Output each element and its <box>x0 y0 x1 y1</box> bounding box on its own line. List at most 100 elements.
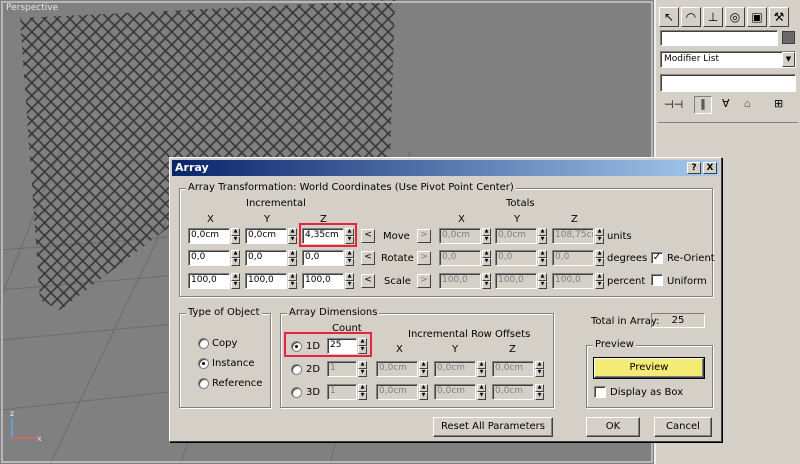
1d-radio[interactable] <box>291 341 302 352</box>
row-offsets-label: Incremental Row Offsets <box>408 329 531 340</box>
offset-x-header: X <box>396 344 403 355</box>
modifier-list-value: Modifier List <box>664 54 719 64</box>
scale-left-arrow-button[interactable]: < <box>361 274 375 288</box>
pin-stack-icon[interactable]: ⊣⊣ <box>664 98 683 111</box>
move-y-total-spinner[interactable]: 0,0cm ▲ ▼ <box>495 228 547 244</box>
array-dimensions-label: Array Dimensions <box>287 307 380 318</box>
reset-all-parameters-button[interactable]: Reset All Parameters <box>433 417 553 437</box>
motion-tab-icon[interactable]: ◎ <box>725 7 745 27</box>
incremental-y-header: Y <box>264 214 271 225</box>
modifier-stack-field[interactable] <box>660 74 796 92</box>
count-3d-spinner[interactable]: 1 ▲ ▼ <box>327 384 367 400</box>
configure-sets-icon[interactable]: ⊞ <box>774 97 783 110</box>
instance-label[interactable]: Instance <box>212 358 255 369</box>
3d-label[interactable]: 3D <box>306 387 320 398</box>
offset-2d-x-spinner[interactable]: 0,0cm ▲ ▼ <box>376 361 428 377</box>
scale-y-inc-spinner[interactable]: 100,0 ▲ ▼ <box>245 273 297 289</box>
2d-label[interactable]: 2D <box>306 364 320 375</box>
type-of-object-label: Type of Object <box>186 307 262 318</box>
move-z-highlight <box>299 223 357 247</box>
totals-y-header: Y <box>514 214 521 225</box>
count-2d-spinner[interactable]: 1 ▲ ▼ <box>327 361 367 377</box>
rotate-right-arrow-button[interactable]: > <box>417 251 431 265</box>
remove-modifier-icon[interactable]: ⌂ <box>744 97 751 110</box>
help-button[interactable]: ? <box>687 162 701 174</box>
offset-y-header: Y <box>452 344 459 355</box>
chevron-down-icon[interactable]: ▼ <box>782 52 795 67</box>
uniform-checkbox[interactable] <box>651 274 663 286</box>
reference-radio[interactable] <box>198 378 209 389</box>
utilities-tab-icon[interactable]: ⚒ <box>769 7 789 27</box>
modifier-list-dropdown[interactable]: Modifier List ▼ <box>660 51 796 68</box>
hierarchy-tab-icon[interactable]: ⊥ <box>703 7 723 27</box>
degrees-label: degrees <box>607 253 648 264</box>
preview-group-label: Preview <box>593 339 636 350</box>
copy-label[interactable]: Copy <box>212 338 237 349</box>
scale-x-total-spinner[interactable]: 100,0 ▲ ▼ <box>439 273 491 289</box>
preview-button[interactable]: Preview <box>593 357 705 379</box>
reorient-checkbox[interactable]: ✓ <box>651 252 663 264</box>
reference-label[interactable]: Reference <box>212 378 262 389</box>
incremental-label: Incremental <box>246 198 306 209</box>
incremental-x-header: X <box>207 214 214 225</box>
ok-button[interactable]: OK <box>586 417 640 437</box>
rotate-z-total-spinner[interactable]: 0,0 ▲ ▼ <box>552 250 604 266</box>
3d-radio[interactable] <box>291 387 302 398</box>
totals-x-header: X <box>458 214 465 225</box>
dialog-titlebar[interactable]: Array ? X <box>172 160 719 176</box>
total-in-array-label: Total in Array: <box>591 316 660 327</box>
scale-label: Scale <box>384 276 411 287</box>
totals-z-header: Z <box>571 214 578 225</box>
scale-z-inc-spinner[interactable]: 100,0 ▲ ▼ <box>302 273 354 289</box>
scale-x-inc-spinner[interactable]: 100,0 ▲ ▼ <box>188 273 240 289</box>
offset-2d-z-spinner[interactable]: 0,0cm ▲ ▼ <box>492 361 544 377</box>
reorient-label: Re-Orient <box>667 253 715 264</box>
rotate-x-inc-spinner[interactable]: 0,0 ▲ ▼ <box>188 250 240 266</box>
count-1d-spinner[interactable]: 25 ▲ ▼ <box>327 338 367 354</box>
scale-z-total-spinner[interactable]: 100,0 ▲ ▼ <box>552 273 604 289</box>
percent-label: percent <box>607 276 646 287</box>
rotate-x-total-spinner[interactable]: 0,0 ▲ ▼ <box>439 250 491 266</box>
modify-tab-icon[interactable]: ◠ <box>681 7 701 27</box>
total-in-array-value: 25 <box>651 313 705 328</box>
totals-label: Totals <box>506 198 535 209</box>
offset-3d-z-spinner[interactable]: 0,0cm ▲ ▼ <box>492 384 544 400</box>
scale-right-arrow-button[interactable]: > <box>417 274 431 288</box>
move-x-total-spinner[interactable]: 0,0cm ▲ ▼ <box>439 228 491 244</box>
display-tab-icon[interactable]: ▣ <box>747 7 767 27</box>
close-button[interactable]: X <box>703 162 717 174</box>
move-x-inc-spinner[interactable]: 0,0cm ▲ ▼ <box>188 228 240 244</box>
axis-z-label: z <box>10 409 14 418</box>
2d-radio[interactable] <box>291 364 302 375</box>
show-end-result-icon[interactable]: ‖ <box>694 96 712 114</box>
cancel-button[interactable]: Cancel <box>654 417 712 437</box>
display-as-box-label[interactable]: Display as Box <box>610 387 683 398</box>
offset-3d-y-spinner[interactable]: 0,0cm ▲ ▼ <box>434 384 486 400</box>
create-tab-icon[interactable]: ↖ <box>659 7 679 27</box>
move-right-arrow-button[interactable]: > <box>417 229 431 243</box>
rotate-left-arrow-button[interactable]: < <box>361 251 375 265</box>
instance-radio[interactable] <box>198 358 209 369</box>
move-left-arrow-button[interactable]: < <box>361 229 375 243</box>
uniform-label: Uniform <box>667 276 707 287</box>
object-color-swatch[interactable] <box>782 31 795 44</box>
1d-label[interactable]: 1D <box>306 341 320 352</box>
offset-2d-y-spinner[interactable]: 0,0cm ▲ ▼ <box>434 361 486 377</box>
axis-x-label: x <box>37 434 42 443</box>
viewport-label[interactable]: Perspective <box>6 3 58 13</box>
rotate-z-inc-spinner[interactable]: 0,0 ▲ ▼ <box>302 250 354 266</box>
transformation-group-label: Array Transformation: World Coordinates … <box>186 182 516 193</box>
move-z-total-spinner[interactable]: 108,75cm▲▼ <box>552 228 604 244</box>
copy-radio[interactable] <box>198 338 209 349</box>
object-name-field[interactable] <box>660 30 778 46</box>
offset-3d-x-spinner[interactable]: 0,0cm ▲ ▼ <box>376 384 428 400</box>
move-label: Move <box>383 231 410 242</box>
rotate-y-total-spinner[interactable]: 0,0 ▲ ▼ <box>495 250 547 266</box>
axis-tripod-icon: z x <box>10 409 42 443</box>
units-label: units <box>607 231 632 242</box>
move-y-inc-spinner[interactable]: 0,0cm ▲ ▼ <box>245 228 297 244</box>
display-as-box-checkbox[interactable] <box>594 386 606 398</box>
rotate-y-inc-spinner[interactable]: 0,0 ▲ ▼ <box>245 250 297 266</box>
make-unique-icon[interactable]: ∀ <box>722 97 730 110</box>
scale-y-total-spinner[interactable]: 100,0 ▲ ▼ <box>495 273 547 289</box>
